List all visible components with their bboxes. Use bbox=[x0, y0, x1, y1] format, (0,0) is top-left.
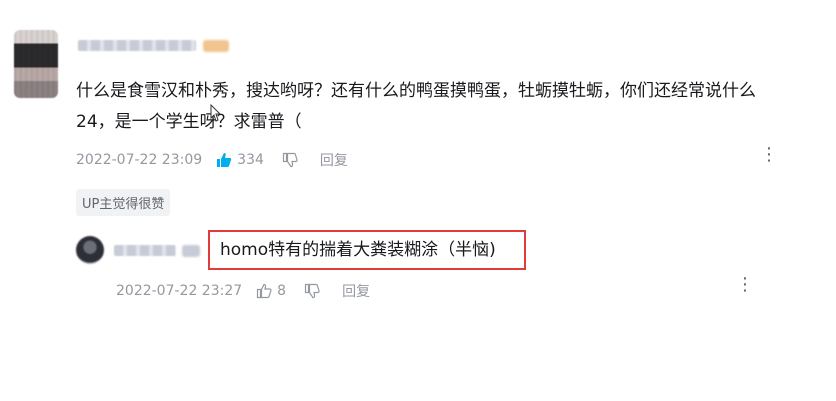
reply-like-count: 8 bbox=[277, 283, 287, 299]
thumb-down-icon[interactable] bbox=[304, 283, 320, 299]
comment-reply-button[interactable]: 回复 bbox=[320, 150, 348, 170]
up-liked-tag: UP主觉得很赞 bbox=[76, 189, 171, 216]
more-icon[interactable]: ⋮ bbox=[760, 146, 778, 164]
cursor-icon bbox=[210, 103, 222, 126]
reply-avatar[interactable] bbox=[76, 236, 104, 264]
thumb-down-icon[interactable] bbox=[282, 152, 298, 168]
commenter-avatar[interactable] bbox=[14, 30, 58, 98]
comment-text-line-2: 24，是一个学生呀？求雷普（ bbox=[76, 112, 302, 132]
comment-like-count: 334 bbox=[237, 152, 264, 168]
thumb-up-icon[interactable] bbox=[256, 283, 272, 299]
reply-text: homo特有的揣着大粪装糊涂（半恼) bbox=[220, 240, 496, 260]
reply-meta: 2022-07-22 23:27 8 回复 bbox=[116, 281, 384, 301]
comment-body: 什么是食雪汉和朴秀，搜达哟呀？还有什么的鸭蛋摸鸭蛋，牡蛎摸牡蛎，你们还经常说什么… bbox=[76, 76, 796, 138]
reply-date: 2022-07-22 23:27 bbox=[116, 283, 243, 299]
thumb-up-icon[interactable] bbox=[216, 152, 232, 168]
commenter-username-blurred[interactable] bbox=[78, 40, 196, 51]
comment-date: 2022-07-22 23:09 bbox=[76, 152, 203, 168]
comment-like-button[interactable]: 334 bbox=[216, 152, 264, 168]
reply-username-blurred[interactable] bbox=[114, 245, 176, 256]
more-icon[interactable]: ⋮ bbox=[736, 276, 754, 294]
reply-reply-button[interactable]: 回复 bbox=[342, 281, 370, 301]
commenter-level-badge bbox=[203, 40, 229, 52]
comment-meta: 2022-07-22 23:09 334 回复 bbox=[76, 150, 362, 170]
reply-text-highlight: homo特有的揣着大粪装糊涂（半恼) bbox=[208, 230, 526, 270]
reply-level-badge bbox=[182, 245, 200, 257]
reply-like-button[interactable]: 8 bbox=[256, 283, 286, 299]
comment-text-line-1: 什么是食雪汉和朴秀，搜达哟呀？还有什么的鸭蛋摸鸭蛋，牡蛎摸牡蛎，你们还经常说什么 bbox=[76, 81, 756, 101]
